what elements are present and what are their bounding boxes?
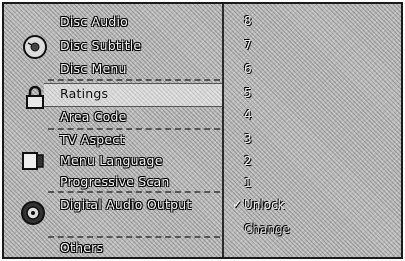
menu-item-area-code[interactable]: Area Code — [60, 109, 127, 124]
rating-option-2[interactable]: 2 — [244, 154, 252, 168]
rating-option-1[interactable]: 1 — [244, 176, 252, 190]
setup-menu-screen: Disc Audio Disc Subtitle Disc Menu Ratin… — [2, 2, 403, 259]
checkmark-icon: ✓ — [232, 197, 243, 211]
menu-item-menu-language[interactable]: Menu Language — [60, 153, 163, 168]
menu-separator — [48, 191, 220, 193]
panel-divider — [222, 4, 224, 257]
menu-separator — [48, 128, 220, 130]
menu-separator — [48, 79, 220, 81]
rating-option-8[interactable]: 8 — [244, 14, 252, 28]
rating-option-5[interactable]: 5 — [244, 86, 252, 100]
rating-option-7[interactable]: 7 — [244, 38, 252, 52]
menu-item-others[interactable]: Others — [60, 240, 103, 255]
menu-item-disc-menu[interactable]: Disc Menu — [60, 61, 127, 76]
menu-item-progressive-scan[interactable]: Progressive Scan — [60, 174, 169, 189]
menu-item-digital-audio-output[interactable]: Digital Audio Output — [60, 197, 191, 212]
menu-item-disc-subtitle[interactable]: Disc Subtitle — [60, 38, 141, 53]
disc-icon — [23, 35, 47, 59]
option-unlock[interactable]: Unlock — [244, 198, 285, 212]
rating-option-3[interactable]: 3 — [244, 132, 252, 146]
rating-option-4[interactable]: 4 — [244, 108, 252, 122]
speaker-icon — [21, 201, 45, 225]
option-change[interactable]: Change — [244, 222, 290, 236]
menu-separator — [48, 236, 220, 238]
menu-item-disc-audio[interactable]: Disc Audio — [60, 14, 128, 29]
menu-item-tv-aspect[interactable]: TV Aspect — [60, 132, 124, 147]
tv-icon — [22, 152, 44, 170]
menu-item-ratings[interactable]: Ratings — [60, 86, 108, 101]
rating-option-6[interactable]: 6 — [244, 62, 252, 76]
